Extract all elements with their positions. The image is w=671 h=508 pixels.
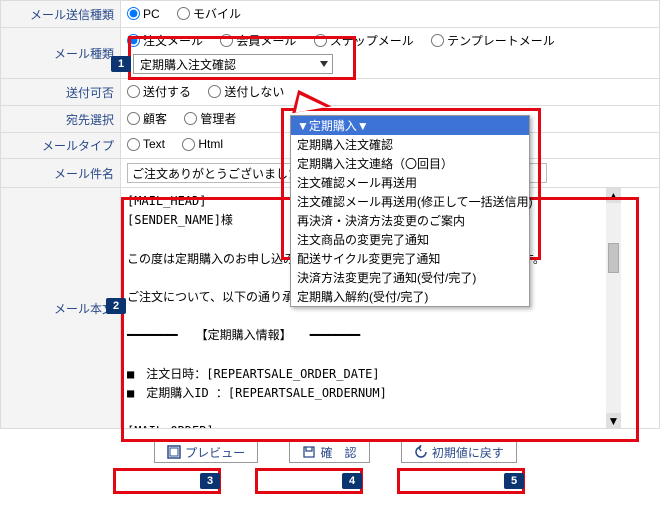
confirm-button[interactable]: 確 認 [289,441,369,463]
field-send-type: PC モバイル [121,1,660,28]
field-can-send: 送付する 送付しない [121,79,660,106]
callout-5: 5 [504,473,524,489]
preview-icon [167,445,181,459]
radio-step-mail[interactable]: ステップメール [314,32,414,49]
menu-item-8[interactable]: 決済方法変更完了通知(受付/完了) [291,268,529,287]
radio-order-mail[interactable]: 注文メール [127,32,203,49]
callout-1: 1 [111,56,131,72]
callout-2: 2 [106,298,126,314]
radio-pc[interactable]: PC [127,7,160,21]
menu-item-0[interactable]: ▼定期購入▼ [291,116,529,135]
menu-item-7[interactable]: 配送サイクル変更完了通知 [291,249,529,268]
menu-item-3[interactable]: 注文確認メール再送用 [291,173,529,192]
callout-3: 3 [200,473,220,489]
reset-icon [414,445,428,459]
radio-admin[interactable]: 管理者 [184,110,236,127]
button-row: プレビュー 確 認 初期値に戻す [0,441,671,463]
menu-item-9[interactable]: 定期購入解約(受付/完了) [291,287,529,306]
field-mail-type: 注文メール 会員メール ステップメール テンプレートメール 定期購入注文確認 [121,28,660,79]
preview-button[interactable]: プレビュー [154,441,258,463]
label-mail-type: メール種類 [1,28,121,79]
radio-text[interactable]: Text [127,137,165,151]
reset-button[interactable]: 初期値に戻す [401,441,517,463]
label-addressee: 宛先選択 [1,106,121,133]
label-subject: メール件名 [1,159,121,188]
menu-item-4[interactable]: 注文確認メール再送用(修正して一括送信用) [291,192,529,211]
scroll-down-icon[interactable]: ▼ [606,413,621,428]
menu-item-5[interactable]: 再決済・決済方法変更のご案内 [291,211,529,230]
label-can-send: 送付可否 [1,79,121,106]
scroll-up-icon[interactable]: ▲ [606,188,621,203]
radio-member-mail[interactable]: 会員メール [220,32,296,49]
menu-item-2[interactable]: 定期購入注文連絡（〇回目） [291,154,529,173]
dropdown-value: 定期購入注文確認 [140,58,236,72]
save-icon [302,445,316,459]
label-send-type: メール送信種類 [1,1,121,28]
menu-item-1[interactable]: 定期購入注文確認 [291,135,529,154]
mail-type-dropdown[interactable]: 定期購入注文確認 [133,54,333,74]
scroll-track[interactable] [606,203,621,413]
radio-customer[interactable]: 顧客 [127,110,167,127]
mail-type-dropdown-menu[interactable]: ▼定期購入▼ 定期購入注文確認 定期購入注文連絡（〇回目） 注文確認メール再送用… [290,115,530,307]
scrollbar[interactable]: ▲ ▼ [606,188,621,428]
label-body: メール本文 [1,188,121,429]
scroll-thumb[interactable] [608,243,619,273]
chevron-down-icon [320,61,328,67]
radio-template-mail[interactable]: テンプレートメール [431,32,555,49]
radio-html[interactable]: Html [182,137,223,151]
radio-send-no[interactable]: 送付しない [208,83,284,100]
callout-4: 4 [342,473,362,489]
menu-item-6[interactable]: 注文商品の変更完了通知 [291,230,529,249]
radio-mobile[interactable]: モバイル [177,5,241,22]
radio-send-yes[interactable]: 送付する [127,83,191,100]
label-mail-format: メールタイプ [1,133,121,159]
